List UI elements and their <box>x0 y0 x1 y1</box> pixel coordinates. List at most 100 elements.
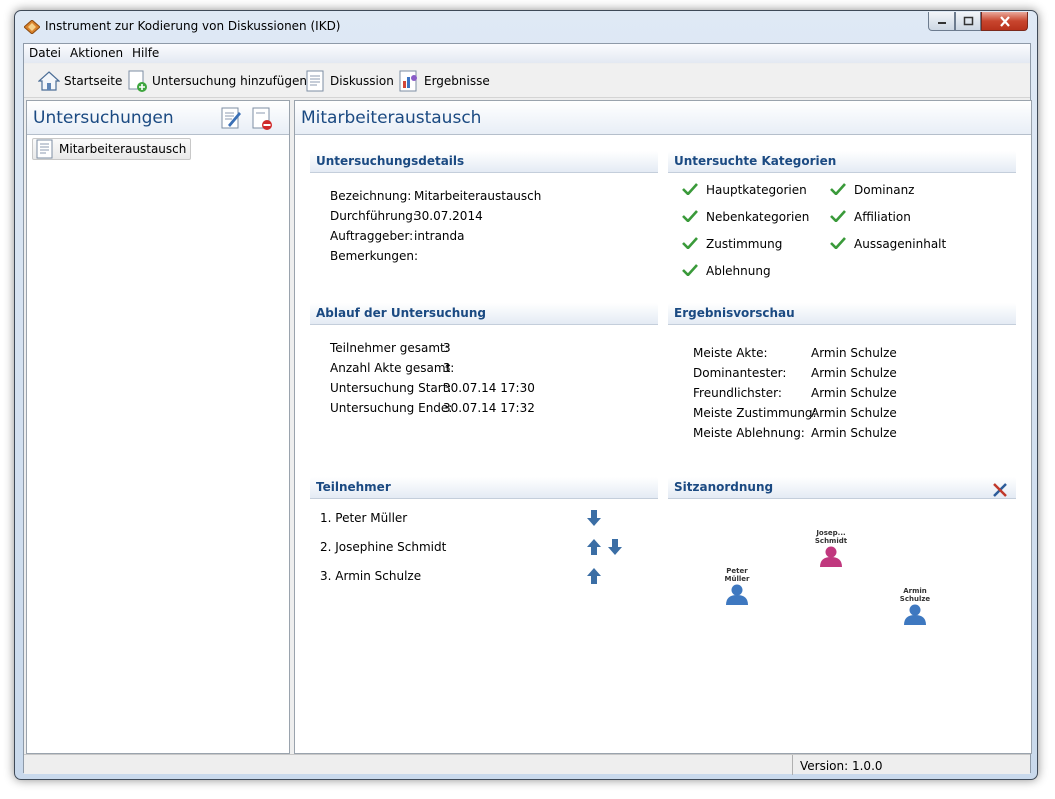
checkmark-icon <box>830 183 846 195</box>
discussion-label: Diskussion <box>330 74 394 88</box>
seating-heading: Sitzanordnung <box>668 477 1016 499</box>
results-preview-section: Ergebnisvorschau Meiste Akte: Armin Schu… <box>668 303 1016 453</box>
category-item: Dominanz <box>830 182 914 197</box>
category-item: Aussageninhalt <box>830 236 946 251</box>
study-list-item-label: Mitarbeiteraustausch <box>59 142 187 156</box>
checkmark-icon <box>682 237 698 249</box>
seat-armin-schulze[interactable]: Armin Schulze <box>890 587 940 628</box>
progress-value: 3 <box>443 361 451 375</box>
study-detail-header: Mitarbeiteraustausch <box>295 101 1031 135</box>
maximize-icon <box>963 16 973 26</box>
participants-heading: Teilnehmer <box>310 477 658 499</box>
category-item: Ablehnung <box>682 263 771 278</box>
arrow-up-icon[interactable] <box>587 568 601 584</box>
title-bar[interactable]: Instrument zur Kodierung von Diskussione… <box>15 11 1037 41</box>
menu-aktionen[interactable]: Aktionen <box>70 46 123 60</box>
preview-value: Armin Schulze <box>811 426 897 440</box>
preview-value: Armin Schulze <box>811 406 897 420</box>
participant-item: 3. Armin Schulze <box>320 569 422 583</box>
results-button[interactable]: Ergebnisse <box>398 68 490 94</box>
application-window: Instrument zur Kodierung von Diskussione… <box>14 10 1038 780</box>
arrow-down-icon[interactable] <box>608 539 622 555</box>
home-label: Startseite <box>64 74 123 88</box>
study-list-item[interactable]: Mitarbeiteraustausch <box>32 138 192 160</box>
arrow-up-icon[interactable] <box>587 539 601 555</box>
preview-label: Dominantester: <box>693 366 787 380</box>
status-bar: Version: 1.0.0 <box>24 754 1030 775</box>
participant-item: 1. Peter Müller <box>320 511 408 525</box>
toolbar: Startseite Untersuchung hinzufügen Disku… <box>24 64 1030 98</box>
detail-label: Auftraggeber: <box>330 229 414 243</box>
study-detail-panel: Mitarbeiteraustausch Untersuchungsdetail… <box>294 100 1032 754</box>
progress-label: Teilnehmer gesamt: <box>330 341 449 355</box>
arrow-down-icon[interactable] <box>587 510 601 526</box>
seating-section: Sitzanordnung Josep... Schmidt Peter Mül… <box>668 477 1016 657</box>
checkmark-icon <box>682 183 698 195</box>
seat-peter-mueller[interactable]: Peter Müller <box>712 567 762 608</box>
studies-panel: Untersuchungen Mitarbeiteraustausch <box>26 100 290 754</box>
person-icon <box>820 546 842 567</box>
seat-josephine-schmidt[interactable]: Josep... Schmidt <box>806 529 856 570</box>
progress-label: Untersuchung Ende: <box>330 401 453 415</box>
window-title: Instrument zur Kodierung von Diskussione… <box>45 19 341 33</box>
checkmark-icon <box>830 210 846 222</box>
detail-value: Mitarbeiteraustausch <box>414 189 542 203</box>
participant-item: 2. Josephine Schmidt <box>320 540 447 554</box>
studies-title: Untersuchungen <box>33 108 174 128</box>
home-button[interactable]: Startseite <box>38 68 122 94</box>
category-item: Nebenkategorien <box>682 209 809 224</box>
results-label: Ergebnisse <box>424 74 490 88</box>
add-study-button[interactable]: Untersuchung hinzufügen <box>126 68 307 94</box>
detail-value: intranda <box>414 229 465 243</box>
preview-value: Armin Schulze <box>811 346 897 360</box>
progress-label: Anzahl Akte gesamt: <box>330 361 455 375</box>
minimize-button[interactable] <box>928 12 955 31</box>
checkmark-icon <box>830 237 846 249</box>
person-icon <box>904 604 926 625</box>
discussion-button[interactable]: Diskussion <box>304 68 394 94</box>
participants-section: Teilnehmer 1. Peter Müller 2. Josephine … <box>310 477 658 607</box>
app-icon <box>24 20 40 34</box>
progress-value: 3 <box>443 341 451 355</box>
categories-section: Untersuchte Kategorien Hauptkategorien N… <box>668 151 1016 291</box>
tools-icon[interactable] <box>992 482 1008 498</box>
remove-icon[interactable] <box>251 106 273 130</box>
category-item: Hauptkategorien <box>682 182 807 197</box>
details-section: Untersuchungsdetails Bezeichnung: Mitarb… <box>310 151 658 291</box>
categories-heading: Untersuchte Kategorien <box>668 151 1016 173</box>
progress-value: 30.07.14 17:32 <box>443 401 535 415</box>
add-study-label: Untersuchung hinzufügen <box>152 74 307 88</box>
detail-label: Durchführung: <box>330 209 417 223</box>
preview-value: Armin Schulze <box>811 366 897 380</box>
document-icon <box>36 139 53 159</box>
preview-label: Meiste Ablehnung: <box>693 426 805 440</box>
edit-icon[interactable] <box>220 106 242 130</box>
preview-label: Meiste Zustimmung: <box>693 406 817 420</box>
detail-label: Bemerkungen: <box>330 249 419 263</box>
preview-value: Armin Schulze <box>811 386 897 400</box>
version-label: Version: 1.0.0 <box>800 759 883 773</box>
home-icon <box>38 71 60 91</box>
detail-label: Bezeichnung: <box>330 189 412 203</box>
preview-label: Freundlichster: <box>693 386 782 400</box>
category-item: Zustimmung <box>682 236 782 251</box>
detail-value: 30.07.2014 <box>414 209 483 223</box>
maximize-button[interactable] <box>955 12 981 31</box>
study-title: Mitarbeiteraustausch <box>301 108 482 128</box>
document-icon <box>306 70 324 92</box>
close-button[interactable] <box>981 12 1028 31</box>
progress-section: Ablauf der Untersuchung Teilnehmer gesam… <box>310 303 658 433</box>
menu-hilfe[interactable]: Hilfe <box>132 46 159 60</box>
preview-label: Meiste Akte: <box>693 346 768 360</box>
close-icon <box>999 15 1010 27</box>
menu-datei[interactable]: Datei <box>29 46 61 60</box>
client-area: Datei Aktionen Hilfe Startseite Untersuc… <box>23 43 1032 775</box>
results-preview-heading: Ergebnisvorschau <box>668 303 1016 325</box>
add-document-icon <box>128 70 147 92</box>
results-chart-icon <box>399 70 417 92</box>
details-heading: Untersuchungsdetails <box>310 151 658 173</box>
checkmark-icon <box>682 264 698 276</box>
status-separator <box>792 755 793 775</box>
studies-panel-header: Untersuchungen <box>27 101 289 135</box>
person-icon <box>726 584 748 605</box>
